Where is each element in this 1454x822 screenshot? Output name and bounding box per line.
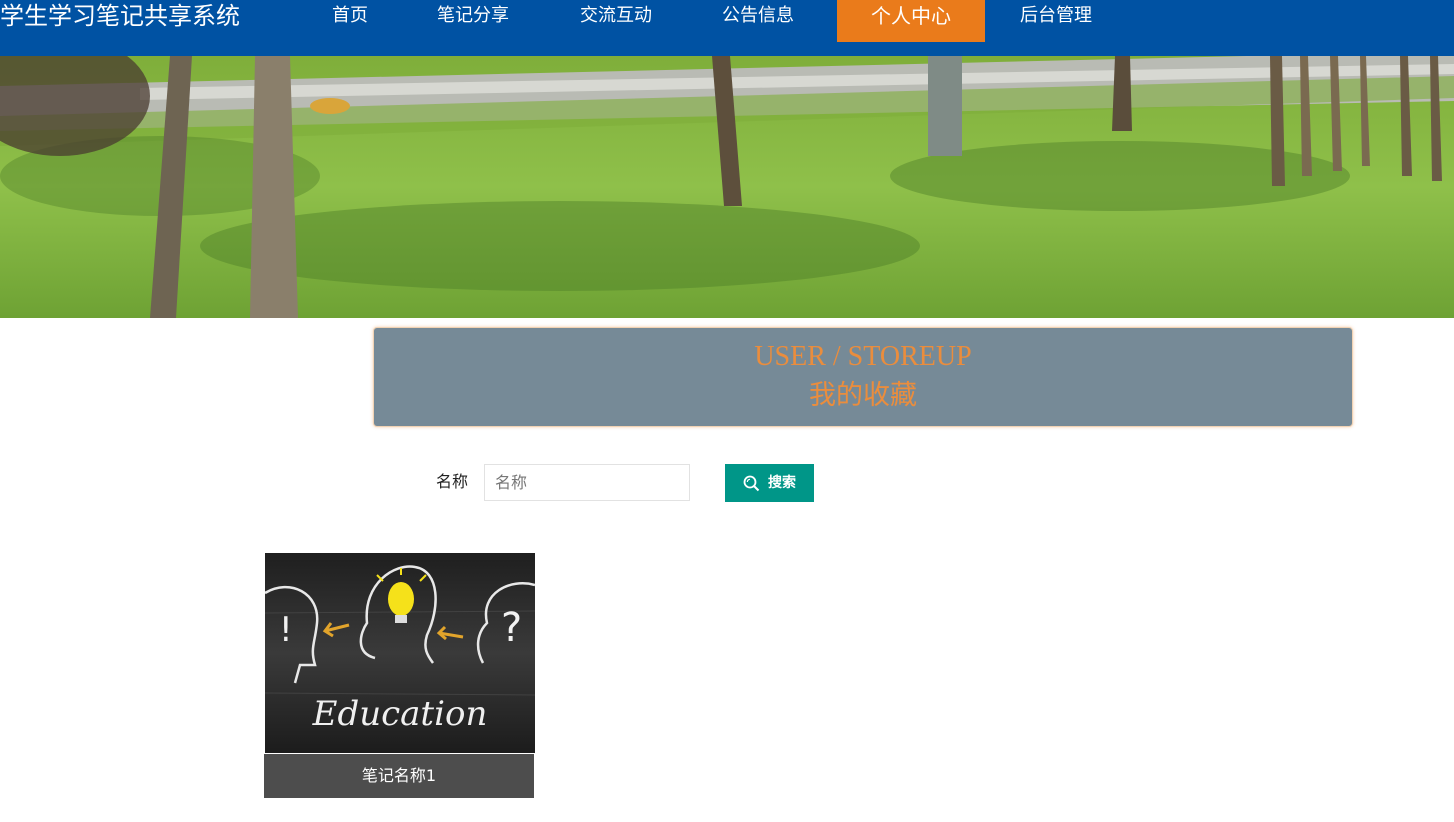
page-title-box: USER / STOREUP 我的收藏 bbox=[373, 327, 1353, 427]
page-title-en: USER / STOREUP bbox=[754, 341, 972, 372]
nav-item-admin[interactable]: 后台管理 bbox=[1020, 0, 1092, 34]
search-button[interactable]: 搜索 bbox=[725, 464, 814, 502]
card-image: ! ? Education bbox=[264, 553, 536, 753]
nav-item-personal-center[interactable]: 个人中心 bbox=[837, 0, 985, 42]
nav-item-home[interactable]: 首页 bbox=[332, 0, 368, 34]
top-nav-bar: 学生学习笔记共享系统 首页 笔记分享 交流互动 公告信息 个人中心 后台管理 bbox=[0, 0, 1454, 56]
svg-text:!: ! bbox=[279, 610, 293, 650]
nav-item-announcements[interactable]: 公告信息 bbox=[722, 0, 794, 34]
search-input[interactable] bbox=[484, 464, 690, 501]
card-image-text: Education bbox=[312, 694, 488, 734]
favorite-card[interactable]: ! ? Education 笔记名称1 bbox=[264, 552, 536, 798]
svg-text:?: ? bbox=[501, 605, 522, 651]
card-title[interactable]: 笔记名称1 bbox=[264, 754, 534, 798]
search-icon bbox=[743, 475, 760, 496]
page-title: 我的收藏 bbox=[809, 380, 917, 411]
banner-image bbox=[0, 56, 1454, 318]
search-label: 名称 bbox=[436, 472, 469, 491]
search-button-label: 搜索 bbox=[768, 475, 796, 491]
nav-item-interaction[interactable]: 交流互动 bbox=[580, 0, 652, 34]
banner-carousel[interactable] bbox=[0, 56, 1454, 318]
site-title[interactable]: 学生学习笔记共享系统 bbox=[0, 0, 240, 34]
nav-item-notes-share[interactable]: 笔记分享 bbox=[437, 0, 509, 34]
